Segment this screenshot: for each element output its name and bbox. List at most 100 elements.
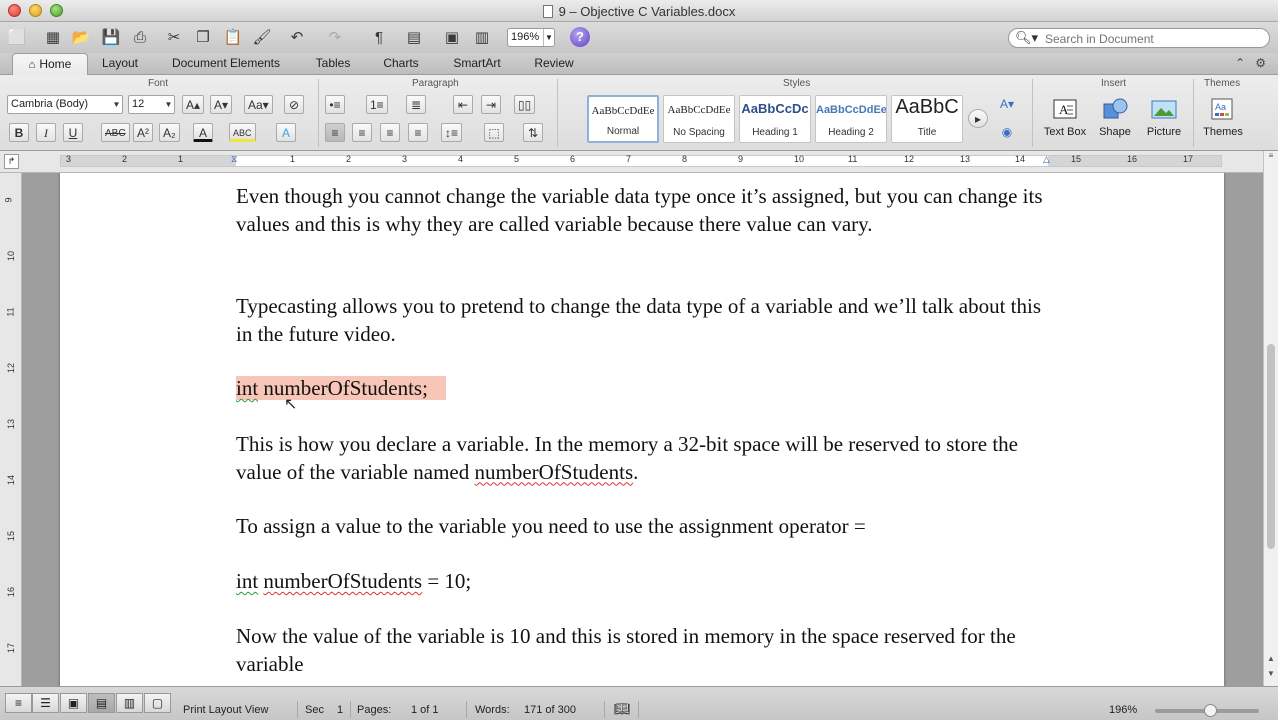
increase-indent-icon[interactable]: ⇥: [481, 95, 501, 114]
multilevel-list-icon[interactable]: ≣: [406, 95, 426, 114]
borders-icon[interactable]: ⬚: [484, 123, 504, 142]
save-icon[interactable]: 💾: [100, 27, 122, 47]
style-normal[interactable]: AaBbCcDdEe Normal: [587, 95, 659, 143]
paragraph[interactable]: Typecasting allows you to pretend to cha…: [236, 293, 1056, 348]
code-declaration[interactable]: int numberOfStudents;: [236, 375, 1056, 403]
search-box[interactable]: 🔍︎▾: [1008, 28, 1270, 48]
style-title[interactable]: AaBbC Title: [891, 95, 963, 143]
highlight-icon[interactable]: ABC: [229, 123, 256, 142]
paragraph[interactable]: Even though you cannot change the variab…: [236, 183, 1056, 238]
change-case-icon[interactable]: Aa▾: [244, 95, 273, 114]
tab-review[interactable]: Review: [526, 53, 582, 75]
right-indent-marker[interactable]: △: [1043, 154, 1050, 165]
paragraph[interactable]: This is how you declare a variable. In t…: [236, 431, 1056, 486]
subscript-icon[interactable]: A₂: [159, 123, 180, 142]
print-layout-view-button[interactable]: ▤: [88, 693, 115, 713]
code-assignment[interactable]: int numberOfStudents = 10;: [236, 568, 1056, 596]
ribbon-settings-icon[interactable]: ⚙: [1255, 56, 1266, 70]
redo-icon[interactable]: ↷: [324, 27, 346, 47]
document-icon: [542, 5, 553, 18]
themes-button[interactable]: Aa Themes: [1196, 95, 1250, 145]
shrink-font-icon[interactable]: A▾: [210, 95, 233, 114]
bold-icon[interactable]: B: [9, 123, 29, 142]
picture-button[interactable]: Picture: [1137, 95, 1191, 145]
ribbon-collapse-controls[interactable]: ⌃ ⚙: [1235, 56, 1266, 70]
font-size-select[interactable]: 12 ▼: [128, 95, 175, 114]
open-icon[interactable]: 📂: [70, 27, 92, 47]
tab-tables[interactable]: Tables: [305, 53, 361, 75]
columns-icon[interactable]: ▯▯: [514, 95, 536, 114]
line-spacing-icon[interactable]: ↕≡: [441, 123, 463, 142]
tab-charts[interactable]: Charts: [374, 53, 428, 75]
collapse-ribbon-icon[interactable]: ⌃: [1235, 56, 1245, 70]
draft-view-button[interactable]: ≡: [5, 693, 32, 713]
tab-smartart[interactable]: SmartArt: [441, 53, 513, 75]
publishing-view-button[interactable]: ▣: [60, 693, 87, 713]
zoom-slider-knob[interactable]: [1204, 704, 1217, 717]
gallery-icon[interactable]: ▣: [441, 27, 463, 47]
print-icon[interactable]: ⎙: [129, 27, 151, 47]
superscript-icon[interactable]: A²: [133, 123, 153, 142]
words-value[interactable]: 171 of 300: [524, 704, 576, 716]
zoom-slider[interactable]: [1155, 704, 1259, 717]
paragraph[interactable]: Now the value of the variable is 10 and …: [236, 623, 1056, 678]
scroll-up-icon[interactable]: ▲: [1265, 654, 1277, 666]
new-document-icon[interactable]: ⬜: [6, 27, 28, 47]
styles-next-icon[interactable]: ▸: [968, 109, 988, 128]
text-effects-icon[interactable]: A: [276, 123, 296, 142]
paragraph[interactable]: To assign a value to the variable you ne…: [236, 513, 1056, 541]
tab-home[interactable]: ⌂ Home: [12, 53, 88, 76]
scrollbar-thumb[interactable]: [1267, 344, 1275, 549]
document-page[interactable]: Even though you cannot change the variab…: [60, 173, 1224, 686]
align-right-icon[interactable]: ≡: [380, 123, 400, 142]
horizontal-ruler[interactable]: ↱ 3 2 1 ⧖ 1 2 3 4 5 6 7 8 9 10 11 12 13 …: [0, 151, 1278, 173]
justify-icon[interactable]: ≡: [408, 123, 428, 142]
underline-icon[interactable]: U: [63, 123, 83, 142]
copy-icon[interactable]: ❐: [192, 27, 214, 47]
vertical-scrollbar[interactable]: ≡ ▲ ▼: [1263, 151, 1278, 686]
full-screen-view-button[interactable]: ▢: [144, 693, 171, 713]
align-left-icon[interactable]: ≡: [325, 123, 345, 142]
split-handle-icon[interactable]: ≡: [1265, 151, 1277, 163]
italic-icon[interactable]: I: [36, 123, 56, 142]
sidebar-toggle-icon[interactable]: ▥: [471, 27, 493, 47]
templates-icon[interactable]: ▦: [42, 27, 64, 47]
paste-icon[interactable]: 📋: [222, 27, 244, 47]
font-color-icon[interactable]: A: [193, 123, 213, 142]
tab-document-elements[interactable]: Document Elements: [160, 53, 292, 75]
clear-formatting-icon[interactable]: ⊘: [284, 95, 304, 114]
style-heading-1[interactable]: AaBbCcDc Heading 1: [739, 95, 811, 143]
text-box-button[interactable]: A Text Box: [1038, 95, 1092, 145]
sort-icon[interactable]: ⇅: [523, 123, 543, 142]
zoom-select[interactable]: 196% ▼: [507, 28, 555, 47]
format-painter-icon[interactable]: 🖌: [251, 27, 273, 47]
grow-font-icon[interactable]: A▴: [182, 95, 205, 114]
tab-stop-selector[interactable]: ↱: [4, 154, 19, 169]
undo-icon[interactable]: ↶: [286, 27, 308, 47]
cut-icon[interactable]: ✂: [163, 27, 185, 47]
svg-text:Aa: Aa: [1215, 102, 1226, 112]
decrease-indent-icon[interactable]: ⇤: [453, 95, 473, 114]
style-no-spacing[interactable]: AaBbCcDdEe No Spacing: [663, 95, 735, 143]
styles-pane-icon[interactable]: ◉: [997, 123, 1017, 142]
tab-layout[interactable]: Layout: [94, 53, 146, 75]
bullets-icon[interactable]: •≡: [325, 95, 345, 114]
scroll-down-icon[interactable]: ▼: [1265, 669, 1277, 681]
view-icon[interactable]: ▤: [403, 27, 425, 47]
notebook-view-button[interactable]: ▥: [116, 693, 143, 713]
shape-button[interactable]: Shape: [1088, 95, 1142, 145]
vertical-ruler[interactable]: 9 10 11 12 13 14 15 16 17: [0, 173, 22, 686]
document-area[interactable]: Even though you cannot change the variab…: [22, 173, 1263, 686]
align-center-icon[interactable]: ≡: [352, 123, 372, 142]
style-heading-2[interactable]: AaBbCcDdEe Heading 2: [815, 95, 887, 143]
outline-view-button[interactable]: ☰: [32, 693, 59, 713]
search-input[interactable]: [1045, 31, 1260, 46]
spelling-check-icon[interactable]: 📖︎: [614, 701, 631, 717]
numbering-icon[interactable]: 1≡: [366, 95, 388, 114]
font-name-select[interactable]: Cambria (Body) ▼: [7, 95, 123, 114]
indent-marker[interactable]: ⧖: [231, 154, 237, 165]
strikethrough-icon[interactable]: ABC: [101, 123, 130, 142]
help-button[interactable]: ?: [570, 27, 590, 47]
pilcrow-icon[interactable]: ¶: [368, 27, 390, 47]
manage-styles-icon[interactable]: A▾: [997, 95, 1017, 114]
